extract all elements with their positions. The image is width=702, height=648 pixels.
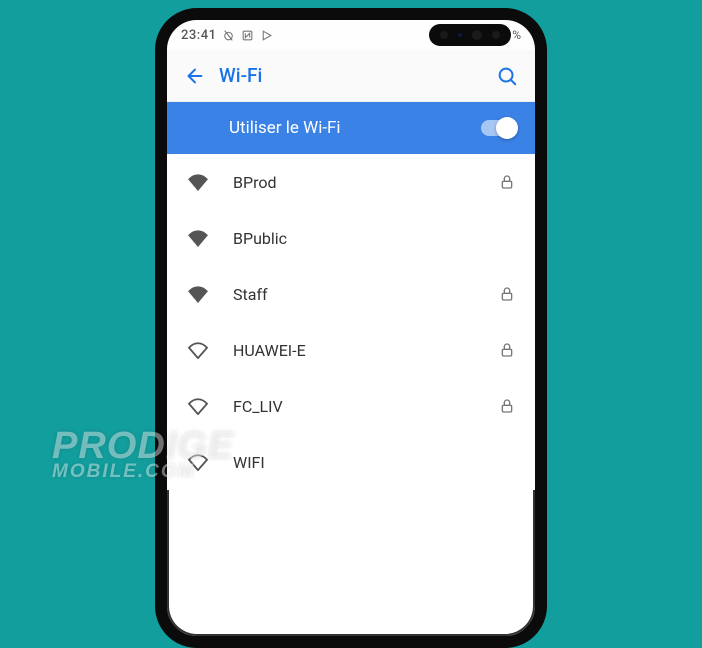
network-row[interactable]: WIFI <box>167 434 535 490</box>
alarm-off-icon <box>222 29 235 42</box>
wifi-full-icon <box>187 173 209 191</box>
network-name: HUAWEI-E <box>233 341 473 360</box>
network-name: BPublic <box>233 229 473 248</box>
lock-indicator <box>497 398 517 414</box>
lock-indicator <box>497 286 517 302</box>
network-row[interactable]: BPublic <box>167 210 535 266</box>
camera-notch <box>429 24 511 46</box>
wifi-signal-icon <box>187 173 209 191</box>
network-row[interactable]: Staff <box>167 266 535 322</box>
network-row[interactable]: FC_LIV <box>167 378 535 434</box>
arrow-left-icon <box>184 65 206 87</box>
wifi-signal-icon <box>187 397 209 415</box>
lock-icon <box>499 174 515 190</box>
search-icon <box>496 65 518 87</box>
wifi-master-toggle-row[interactable]: Utiliser le Wi-Fi <box>167 102 535 154</box>
wifi-full-icon <box>187 229 209 247</box>
wifi-full-icon <box>187 285 209 303</box>
app-bar: Wi-Fi <box>167 50 535 102</box>
network-name: Staff <box>233 285 473 304</box>
wifi-outline-icon <box>187 453 209 471</box>
wifi-signal-icon <box>187 285 209 303</box>
wifi-signal-icon <box>187 229 209 247</box>
lock-icon <box>499 342 515 358</box>
network-name: WIFI <box>233 453 473 472</box>
lock-icon <box>499 286 515 302</box>
wifi-outline-icon <box>187 341 209 359</box>
wifi-outline-icon <box>187 397 209 415</box>
network-name: BProd <box>233 173 473 192</box>
network-row[interactable]: BProd <box>167 154 535 210</box>
wifi-signal-icon <box>187 453 209 471</box>
nfc-icon <box>241 29 254 42</box>
wifi-toggle-switch[interactable] <box>481 120 517 136</box>
search-button[interactable] <box>487 56 527 96</box>
network-row[interactable]: HUAWEI-E <box>167 322 535 378</box>
lock-icon <box>499 398 515 414</box>
lock-indicator <box>497 342 517 358</box>
back-button[interactable] <box>175 56 215 96</box>
lock-indicator <box>497 174 517 190</box>
play-store-icon <box>260 29 273 42</box>
network-list: BProd BPublic Staff HUAWEI-E FC_LIV WIFI <box>167 154 535 490</box>
page-title: Wi-Fi <box>219 64 262 87</box>
phone-frame: 23:41 75 % Wi-Fi Utiliser le Wi-Fi <box>155 8 547 648</box>
status-time: 23:41 <box>181 28 216 43</box>
network-name: FC_LIV <box>233 397 473 416</box>
wifi-toggle-label: Utiliser le Wi-Fi <box>229 118 481 138</box>
wifi-signal-icon <box>187 341 209 359</box>
